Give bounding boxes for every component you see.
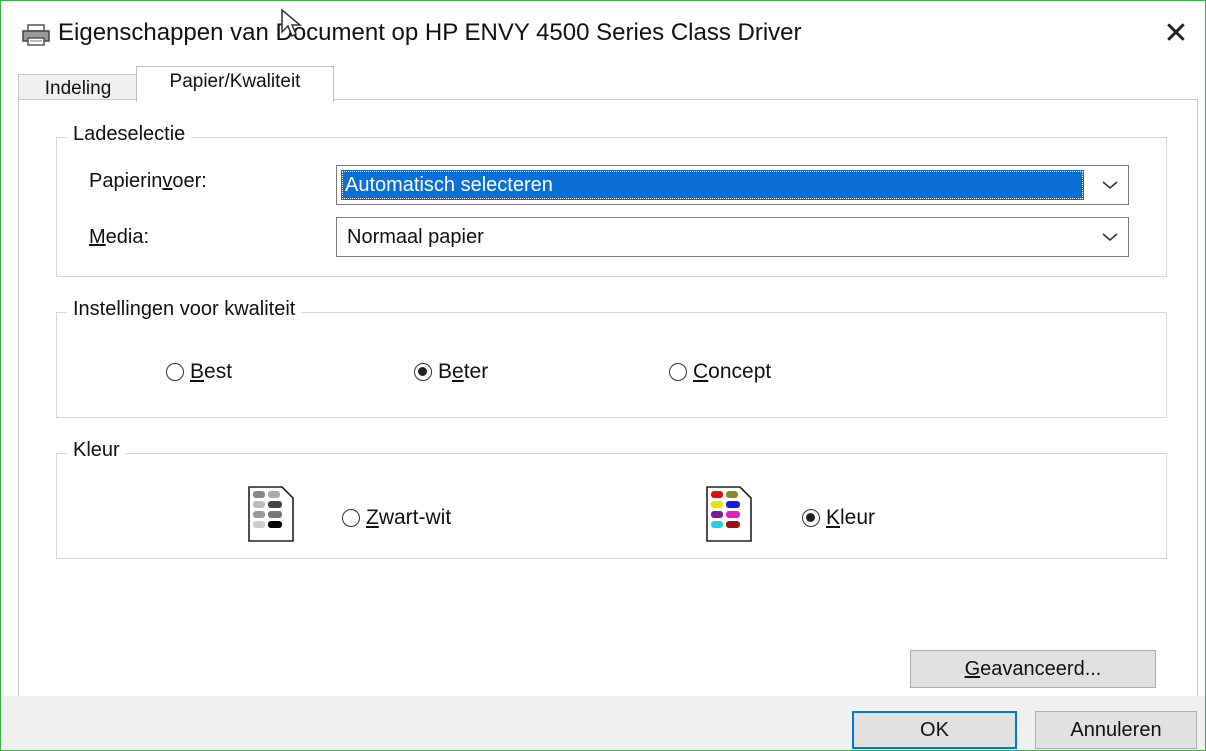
paper-source-dropdown[interactable]: Automatisch selecteren xyxy=(336,165,1129,205)
dialog-footer: OK Annuleren xyxy=(0,696,1206,751)
color-color-label: Kleur xyxy=(826,506,876,529)
paper-source-label: Papierinvoer: xyxy=(89,170,207,192)
close-icon: ✕ xyxy=(1163,17,1189,50)
grayscale-document-icon xyxy=(248,486,294,542)
tab-strip: Indeling Papier/Kwaliteit xyxy=(18,66,1198,102)
color-group: Kleur xyxy=(56,439,1167,559)
quality-concept-label: Concept xyxy=(693,360,772,383)
media-value: Normaal papier xyxy=(347,226,484,248)
color-blackwhite-radio[interactable]: Zwart-wit xyxy=(342,506,451,530)
color-color-radio[interactable]: Kleur xyxy=(802,506,875,530)
color-group-title: Kleur xyxy=(67,439,126,462)
advanced-button[interactable]: Geavanceerd... xyxy=(910,650,1156,688)
mouse-pointer-icon xyxy=(281,8,303,38)
printer-icon xyxy=(22,24,50,46)
color-document-icon xyxy=(706,486,752,542)
media-label: Media: xyxy=(89,226,150,248)
tab-indeling[interactable]: Indeling xyxy=(18,74,138,101)
quality-best-label: Best xyxy=(190,360,233,383)
tray-group-title: Ladeselectie xyxy=(67,123,192,146)
radio-circle-selected xyxy=(414,363,432,381)
tab-panel: Ladeselectie Papierinvoer: Automatisch s… xyxy=(18,99,1198,697)
quality-concept-radio[interactable]: Concept xyxy=(669,360,771,384)
chevron-down-icon xyxy=(1102,181,1118,190)
color-blackwhite-label: Zwart-wit xyxy=(366,506,452,529)
tab-papier-kwaliteit[interactable]: Papier/Kwaliteit xyxy=(136,66,334,102)
window-title: Eigenschappen van Document op HP ENVY 45… xyxy=(58,19,802,46)
quality-group-title: Instellingen voor kwaliteit xyxy=(67,298,302,321)
radio-circle xyxy=(342,509,360,527)
title-bar: Eigenschappen van Document op HP ENVY 45… xyxy=(0,0,1206,66)
quality-beter-label: Beter xyxy=(438,360,489,383)
radio-circle xyxy=(166,363,184,381)
radio-circle-selected xyxy=(802,509,820,527)
radio-circle xyxy=(669,363,687,381)
ok-button[interactable]: OK xyxy=(852,711,1017,749)
quality-best-radio[interactable]: Best xyxy=(166,360,232,384)
advanced-button-label: Geavanceerd... xyxy=(964,658,1102,680)
cancel-button[interactable]: Annuleren xyxy=(1035,711,1197,749)
quality-beter-radio[interactable]: Beter xyxy=(414,360,488,384)
paper-source-value: Automatisch selecteren xyxy=(341,170,1084,200)
close-button[interactable]: ✕ xyxy=(1156,14,1196,54)
chevron-down-icon xyxy=(1102,233,1118,242)
media-dropdown[interactable]: Normaal papier xyxy=(336,217,1129,257)
